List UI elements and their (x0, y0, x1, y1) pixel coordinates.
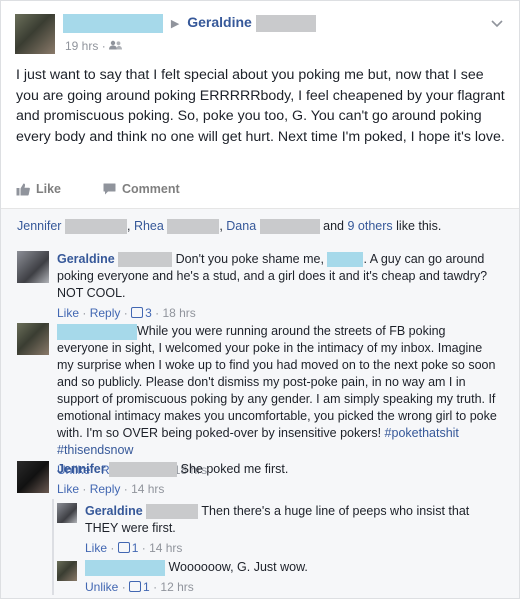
replier-avatar[interactable] (57, 561, 77, 581)
like-count[interactable]: 1 (117, 541, 138, 555)
comment-author-redacted[interactable] (57, 323, 137, 340)
comment-reply-button[interactable]: Reply (90, 306, 121, 320)
like-count[interactable]: 3 (131, 306, 152, 320)
recipient-name[interactable]: Geraldine (187, 14, 252, 30)
reply-like-button[interactable]: Like (85, 541, 107, 555)
hashtag[interactable]: #pokethatshit (385, 426, 459, 440)
like-button[interactable]: Like (16, 182, 61, 196)
author-name-redacted[interactable] (63, 14, 163, 33)
post-text: I just want to say that I felt special a… (16, 67, 505, 145)
commenter-avatar[interactable] (17, 461, 49, 493)
comment-time[interactable]: 18 hrs (162, 306, 195, 320)
reply-author-redacted[interactable] (85, 559, 165, 576)
comment-1: Geraldine Don't you poke shame me, . A g… (57, 251, 497, 322)
replier-avatar[interactable] (57, 503, 77, 523)
post-time[interactable]: 19 hrs (65, 39, 98, 53)
liker-2[interactable]: Rhea (134, 219, 164, 233)
friends-privacy-icon[interactable] (109, 39, 123, 53)
reply-1: Geraldine Then there's a huge line of pe… (85, 503, 495, 557)
hashtag[interactable]: #thisendsnow (57, 443, 133, 457)
arrow-right-icon: ▶ (170, 18, 180, 31)
reply-time[interactable]: 12 hrs (160, 580, 193, 594)
comment-like-button[interactable]: Like (57, 306, 79, 320)
reply-time[interactable]: 14 hrs (149, 541, 182, 555)
comment-meta: Like · Reply · 14 hrs (57, 482, 165, 496)
reply-meta: Unlike · 1 · 12 hrs (85, 580, 194, 594)
comment-button[interactable]: Comment (103, 182, 180, 196)
like-thumb-icon (117, 542, 130, 553)
like-thumb-icon (16, 183, 30, 195)
comment-3: Jennifer She poked me first. Like · Repl… (57, 461, 497, 498)
likes-summary: Jennifer , Rhea , Dana and 9 others like… (1, 209, 519, 245)
chevron-down-icon[interactable] (491, 15, 503, 31)
reply-author[interactable]: Geraldine (85, 504, 143, 518)
reply-thread-line (52, 499, 54, 595)
comment-author[interactable]: Jennifer (57, 462, 106, 476)
liker-3[interactable]: Dana (226, 219, 256, 233)
commenter-avatar[interactable] (17, 251, 49, 283)
comments-section: Geraldine Don't you poke shame me, . A g… (1, 245, 519, 598)
comment-like-button[interactable]: Like (57, 482, 79, 496)
post-meta: 19 hrs · (65, 39, 123, 53)
reply-2: Woooooow, G. Just wow. Unlike · 1 · 12 h… (85, 559, 495, 596)
liker-1[interactable]: Jennifer (17, 219, 61, 233)
comment-meta: Like · Reply · 3 · 18 hrs (57, 306, 196, 320)
comment-time[interactable]: 14 hrs (131, 482, 164, 496)
reply-meta: Like · 1 · 14 hrs (85, 541, 183, 555)
reply-unlike-button[interactable]: Unlike (85, 580, 118, 594)
comment-reply-button[interactable]: Reply (90, 482, 121, 496)
comment-author[interactable]: Geraldine (57, 252, 115, 266)
like-count[interactable]: 1 (129, 580, 150, 594)
post-card: ▶ Geraldine 19 hrs · I just want to say … (0, 0, 520, 599)
comment-2: While you were running around the street… (57, 323, 497, 477)
comment-bubble-icon (103, 183, 116, 195)
author-avatar[interactable] (15, 14, 55, 54)
post-actions: Like Comment (16, 182, 180, 196)
like-thumb-icon (129, 581, 142, 592)
recipient-lastname-redacted (255, 15, 316, 32)
commenter-avatar[interactable] (17, 323, 49, 355)
like-thumb-icon (131, 307, 144, 318)
others-link[interactable]: 9 others (347, 219, 392, 233)
post-header: ▶ Geraldine (63, 14, 316, 33)
